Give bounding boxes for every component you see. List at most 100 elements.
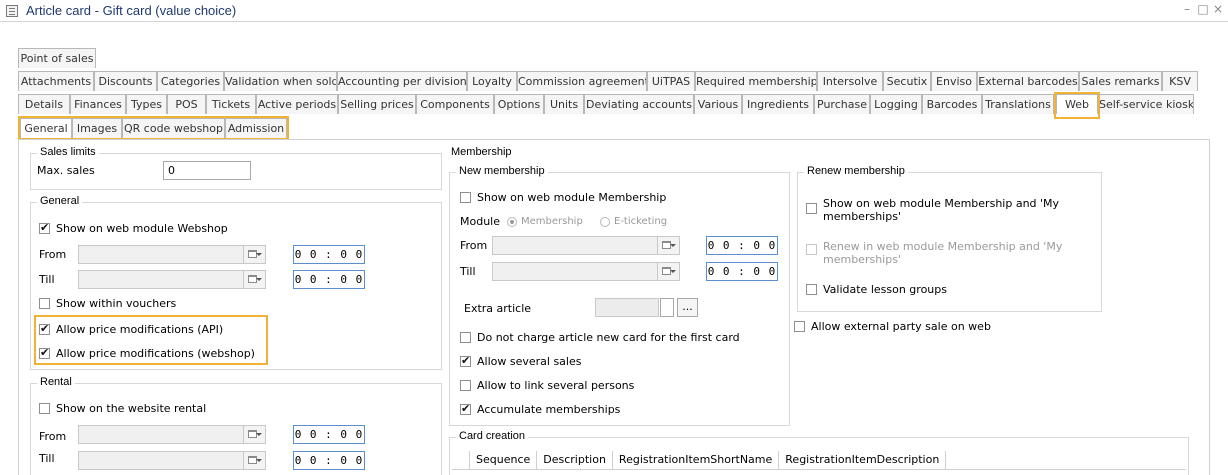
tab-point-of-sales[interactable]: Point of sales	[18, 48, 96, 68]
tab-qr-code-webshop[interactable]: QR code webshop	[122, 118, 225, 138]
date-dropdown-button[interactable]	[243, 246, 265, 263]
rental-till-time-input[interactable]: 0 0 : 0 0	[293, 451, 365, 470]
tab-general[interactable]: General	[20, 118, 72, 138]
renew-in-module-checkbox[interactable]: Renew in web module Membership and 'My m…	[806, 240, 1086, 266]
show-membership-checkbox[interactable]: Show on web module Membership	[460, 191, 666, 204]
allow-several-sales-checkbox[interactable]: Allow several sales	[460, 354, 581, 368]
checkbox-box[interactable]	[39, 322, 50, 335]
column-sequence[interactable]: Sequence	[470, 451, 538, 469]
checkbox-box[interactable]	[806, 203, 817, 214]
close-icon[interactable]: ×	[1211, 2, 1225, 16]
minimize-icon[interactable]: –	[1180, 2, 1194, 16]
tab-intersolve[interactable]: Intersolve	[817, 71, 883, 91]
tab-ingredients[interactable]: Ingredients	[742, 94, 814, 114]
module-eticketing-radio[interactable]: E-ticketing	[600, 216, 667, 227]
tab-options[interactable]: Options	[494, 94, 544, 114]
checkbox-box[interactable]	[460, 380, 471, 391]
tab-enviso[interactable]: Enviso	[931, 71, 977, 91]
date-dropdown-button[interactable]	[243, 426, 265, 443]
tab-units[interactable]: Units	[544, 94, 584, 114]
date-dropdown-button[interactable]	[243, 452, 265, 469]
membership-till-date-picker[interactable]	[492, 262, 680, 281]
tab-discounts[interactable]: Discounts	[94, 71, 157, 91]
tab-logging[interactable]: Logging	[870, 94, 922, 114]
extra-article-input[interactable]	[595, 298, 659, 317]
extra-article-field[interactable]	[660, 298, 674, 317]
tab-images[interactable]: Images	[72, 118, 122, 138]
show-renew-checkbox[interactable]: Show on web module Membership and 'My me…	[806, 197, 1086, 223]
tab-categories[interactable]: Categories	[157, 71, 224, 91]
tab-attachments[interactable]: Attachments	[18, 71, 94, 91]
column-registration-item-description[interactable]: RegistrationItemDescription	[779, 451, 947, 469]
date-dropdown-button[interactable]	[657, 263, 679, 280]
tab-pos[interactable]: POS	[167, 94, 206, 114]
till-date-picker[interactable]	[78, 270, 266, 289]
till-time-input[interactable]: 0 0 : 0 0	[293, 270, 365, 289]
tab-deviating-accounts[interactable]: Deviating accounts	[584, 94, 694, 114]
extra-article-browse-button[interactable]: ...	[677, 298, 698, 317]
checkbox-box[interactable]	[39, 298, 50, 309]
accumulate-checkbox[interactable]: Accumulate memberships	[460, 402, 620, 416]
module-membership-radio[interactable]: Membership	[507, 216, 583, 227]
rental-from-time-input[interactable]: 0 0 : 0 0	[293, 425, 365, 444]
membership-from-date-picker[interactable]	[492, 236, 680, 255]
tab-components[interactable]: Components	[416, 94, 494, 114]
date-dropdown-button[interactable]	[243, 271, 265, 288]
from-time-input[interactable]: 0 0 : 0 0	[293, 245, 365, 264]
show-vouchers-checkbox[interactable]: Show within vouchers	[39, 297, 176, 310]
allow-webshop-checkbox[interactable]: Allow price modifications (webshop)	[39, 346, 255, 360]
tab-admission[interactable]: Admission	[225, 118, 287, 138]
checkbox-box[interactable]	[794, 321, 805, 332]
tab-finances[interactable]: Finances	[70, 94, 126, 114]
radio-dot[interactable]	[600, 216, 610, 227]
tab-tickets[interactable]: Tickets	[206, 94, 256, 114]
column-registration-item-short-name[interactable]: RegistrationItemShortName	[613, 451, 780, 469]
checkbox-box[interactable]	[460, 192, 471, 203]
allow-link-persons-checkbox[interactable]: Allow to link several persons	[460, 379, 634, 392]
checkbox-box[interactable]	[39, 221, 50, 234]
tab-commission-agreement[interactable]: Commission agreement	[517, 71, 647, 91]
membership-till-time-input[interactable]: 0 0 : 0 0	[706, 262, 778, 281]
checkbox-box[interactable]	[460, 354, 471, 367]
checkbox-box[interactable]	[460, 402, 471, 415]
tab-details[interactable]: Details	[18, 94, 70, 114]
tab-validation-when-sold[interactable]: Validation when sold	[224, 71, 337, 91]
show-rental-checkbox[interactable]: Show on the website rental	[39, 402, 206, 415]
radio-dot[interactable]	[507, 216, 517, 227]
checkbox-box[interactable]	[39, 346, 50, 359]
max-sales-input[interactable]: 0	[163, 161, 251, 180]
tab-secutix[interactable]: Secutix	[883, 71, 931, 91]
no-charge-checkbox[interactable]: Do not charge article new card for the f…	[460, 331, 740, 344]
column-description[interactable]: Description	[537, 451, 613, 469]
allow-api-checkbox[interactable]: Allow price modifications (API)	[39, 322, 223, 336]
tab-accounting-per-division[interactable]: Accounting per division	[337, 71, 467, 91]
tab-self-service-kiosk[interactable]: Self-service kiosk	[1098, 94, 1194, 114]
tab-external-barcodes[interactable]: External barcodes	[977, 71, 1079, 91]
checkbox-box[interactable]	[806, 284, 817, 295]
tab-loyalty[interactable]: Loyalty	[467, 71, 517, 91]
tab-translations[interactable]: Translations	[982, 94, 1054, 114]
tab-ksv[interactable]: KSV	[1162, 71, 1198, 91]
allow-external-checkbox[interactable]: Allow external party sale on web	[794, 320, 991, 333]
date-dropdown-button[interactable]	[657, 237, 679, 254]
tab-barcodes[interactable]: Barcodes	[922, 94, 982, 114]
show-webshop-checkbox[interactable]: Show on web module Webshop	[39, 221, 228, 235]
tab-purchase[interactable]: Purchase	[814, 94, 870, 114]
validate-lessons-checkbox[interactable]: Validate lesson groups	[806, 283, 947, 296]
rental-till-date-picker[interactable]	[78, 451, 266, 470]
membership-from-time-input[interactable]: 0 0 : 0 0	[706, 236, 778, 255]
tab-types[interactable]: Types	[126, 94, 167, 114]
tab-uitpas[interactable]: UiTPAS	[647, 71, 695, 91]
tab-various[interactable]: Various	[694, 94, 742, 114]
checkbox-box[interactable]	[460, 332, 471, 343]
checkbox-box[interactable]	[806, 244, 817, 255]
tab-web[interactable]: Web	[1056, 94, 1098, 114]
from-date-picker[interactable]	[78, 245, 266, 264]
tab-required-membership[interactable]: Required membership	[695, 71, 817, 91]
tab-sales-remarks[interactable]: Sales remarks	[1079, 71, 1162, 91]
tab-selling-prices[interactable]: Selling prices	[338, 94, 416, 114]
tab-active-periods[interactable]: Active periods	[256, 94, 338, 114]
maximize-icon[interactable]: □	[1196, 2, 1210, 16]
checkbox-box[interactable]	[39, 403, 50, 414]
rental-from-date-picker[interactable]	[78, 425, 266, 444]
